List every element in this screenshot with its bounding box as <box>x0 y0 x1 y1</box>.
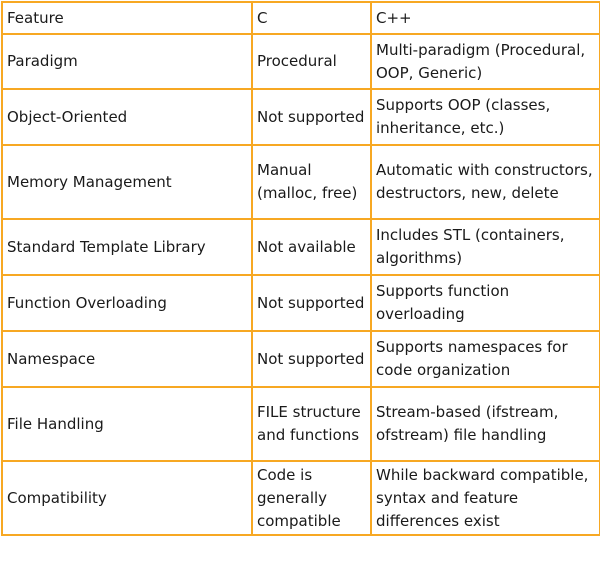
c-cell: Code is generally compatible <box>251 460 372 536</box>
cpp-cell: Includes STL (containers, algorithms) <box>370 218 600 276</box>
header-cpp: C++ <box>370 1 600 35</box>
feature-cell: Function Overloading <box>1 274 253 332</box>
table-row: Function Overloading Not supported Suppo… <box>1 274 600 332</box>
feature-cell: Memory Management <box>1 144 253 220</box>
c-cell: Not supported <box>251 274 372 332</box>
cpp-cell: Supports OOP (classes, inheritance, etc.… <box>370 88 600 146</box>
table-row: Paradigm Procedural Multi-paradigm (Proc… <box>1 33 600 90</box>
table-row: Object-Oriented Not supported Supports O… <box>1 88 600 146</box>
feature-cell: File Handling <box>1 386 253 462</box>
header-c: C <box>251 1 372 35</box>
feature-cell: Object-Oriented <box>1 88 253 146</box>
feature-cell: Namespace <box>1 330 253 388</box>
table-header-row: Feature C C++ <box>1 1 600 35</box>
c-cell: Manual (malloc, free) <box>251 144 372 220</box>
table-row: Standard Template Library Not available … <box>1 218 600 276</box>
c-cell: Not supported <box>251 88 372 146</box>
comparison-table: Feature C C++ Paradigm Procedural Multi-… <box>1 1 600 536</box>
cpp-cell: While backward compatible, syntax and fe… <box>370 460 600 536</box>
table-row: Namespace Not supported Supports namespa… <box>1 330 600 388</box>
c-cell: Procedural <box>251 33 372 90</box>
cpp-cell: Automatic with constructors, destructors… <box>370 144 600 220</box>
feature-cell: Paradigm <box>1 33 253 90</box>
cpp-cell: Multi-paradigm (Procedural, OOP, Generic… <box>370 33 600 90</box>
cpp-cell: Supports namespaces for code organizatio… <box>370 330 600 388</box>
feature-cell: Compatibility <box>1 460 253 536</box>
table-row: File Handling FILE structure and functio… <box>1 386 600 462</box>
c-cell: Not available <box>251 218 372 276</box>
feature-cell: Standard Template Library <box>1 218 253 276</box>
header-feature: Feature <box>1 1 253 35</box>
table-row: Compatibility Code is generally compatib… <box>1 460 600 536</box>
cpp-cell: Supports function overloading <box>370 274 600 332</box>
cpp-cell: Stream-based (ifstream, ofstream) file h… <box>370 386 600 462</box>
table-row: Memory Management Manual (malloc, free) … <box>1 144 600 220</box>
c-cell: FILE structure and functions <box>251 386 372 462</box>
c-cell: Not supported <box>251 330 372 388</box>
